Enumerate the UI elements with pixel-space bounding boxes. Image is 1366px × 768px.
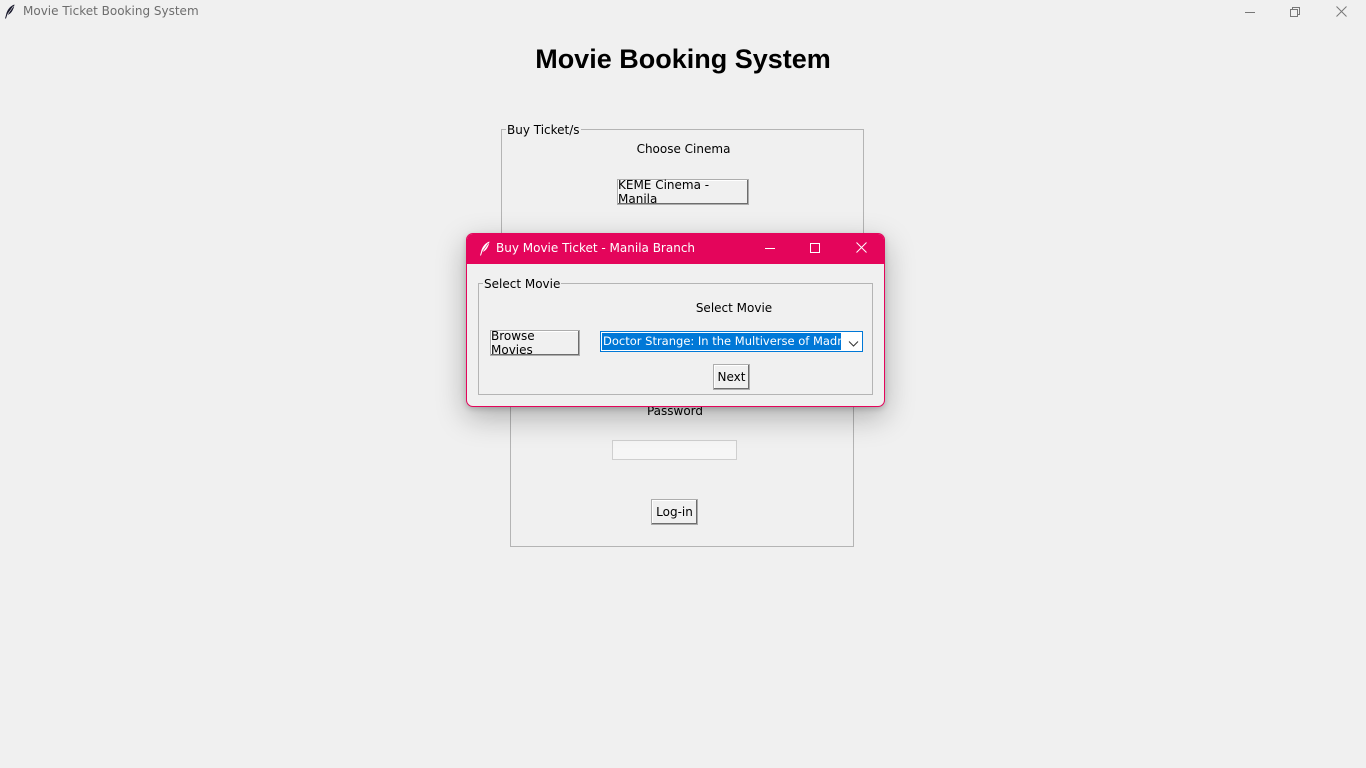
buy-tickets-frame: Buy Ticket/s Choose Cinema KEME Cinema -… bbox=[501, 123, 864, 239]
browse-movies-button[interactable]: Browse Movies bbox=[490, 329, 580, 357]
close-icon bbox=[1335, 6, 1347, 17]
restore-button[interactable] bbox=[1272, 0, 1318, 23]
dialog-title: Buy Movie Ticket - Manila Branch bbox=[496, 241, 696, 255]
minimize-icon bbox=[765, 242, 775, 256]
close-button[interactable] bbox=[1318, 0, 1364, 23]
select-movie-label: Select Movie bbox=[695, 301, 773, 315]
password-input[interactable] bbox=[612, 440, 737, 460]
dialog-close-button[interactable] bbox=[838, 234, 884, 264]
choose-cinema-label: Choose Cinema bbox=[636, 142, 731, 156]
login-frame: Password Log-in bbox=[510, 400, 854, 547]
chevron-down-icon[interactable] bbox=[848, 337, 859, 347]
dialog-titlebar: Buy Movie Ticket - Manila Branch bbox=[467, 234, 884, 264]
movie-combobox-value: Doctor Strange: In the Multiverse of Mad… bbox=[602, 333, 841, 350]
buy-tickets-legend: Buy Ticket/s bbox=[506, 123, 581, 137]
page-title: Movie Booking System bbox=[535, 44, 831, 74]
select-movie-legend: Select Movie bbox=[483, 277, 562, 291]
minimize-icon bbox=[1245, 7, 1255, 17]
main-window-title: Movie Ticket Booking System bbox=[23, 4, 199, 18]
main-window-titlebar: Movie Ticket Booking System bbox=[0, 0, 1366, 23]
dialog-minimize-button[interactable] bbox=[747, 234, 793, 264]
dialog-maximize-button[interactable] bbox=[792, 234, 838, 264]
restore-icon bbox=[1290, 6, 1300, 17]
maximize-icon bbox=[810, 242, 820, 256]
minimize-button[interactable] bbox=[1227, 0, 1273, 23]
close-icon bbox=[855, 242, 867, 256]
feather-icon bbox=[4, 4, 16, 19]
next-button[interactable]: Next bbox=[713, 364, 750, 390]
login-button[interactable]: Log-in bbox=[651, 499, 698, 525]
movie-combobox[interactable]: Doctor Strange: In the Multiverse of Mad… bbox=[600, 331, 863, 352]
feather-icon bbox=[479, 241, 491, 256]
select-movie-frame: Select Movie Select Movie Browse Movies … bbox=[478, 277, 873, 395]
buy-movie-ticket-dialog: Buy Movie Ticket - Manila Branch Select … bbox=[466, 233, 885, 407]
cinema-button[interactable]: KEME Cinema - Manila bbox=[617, 178, 749, 206]
